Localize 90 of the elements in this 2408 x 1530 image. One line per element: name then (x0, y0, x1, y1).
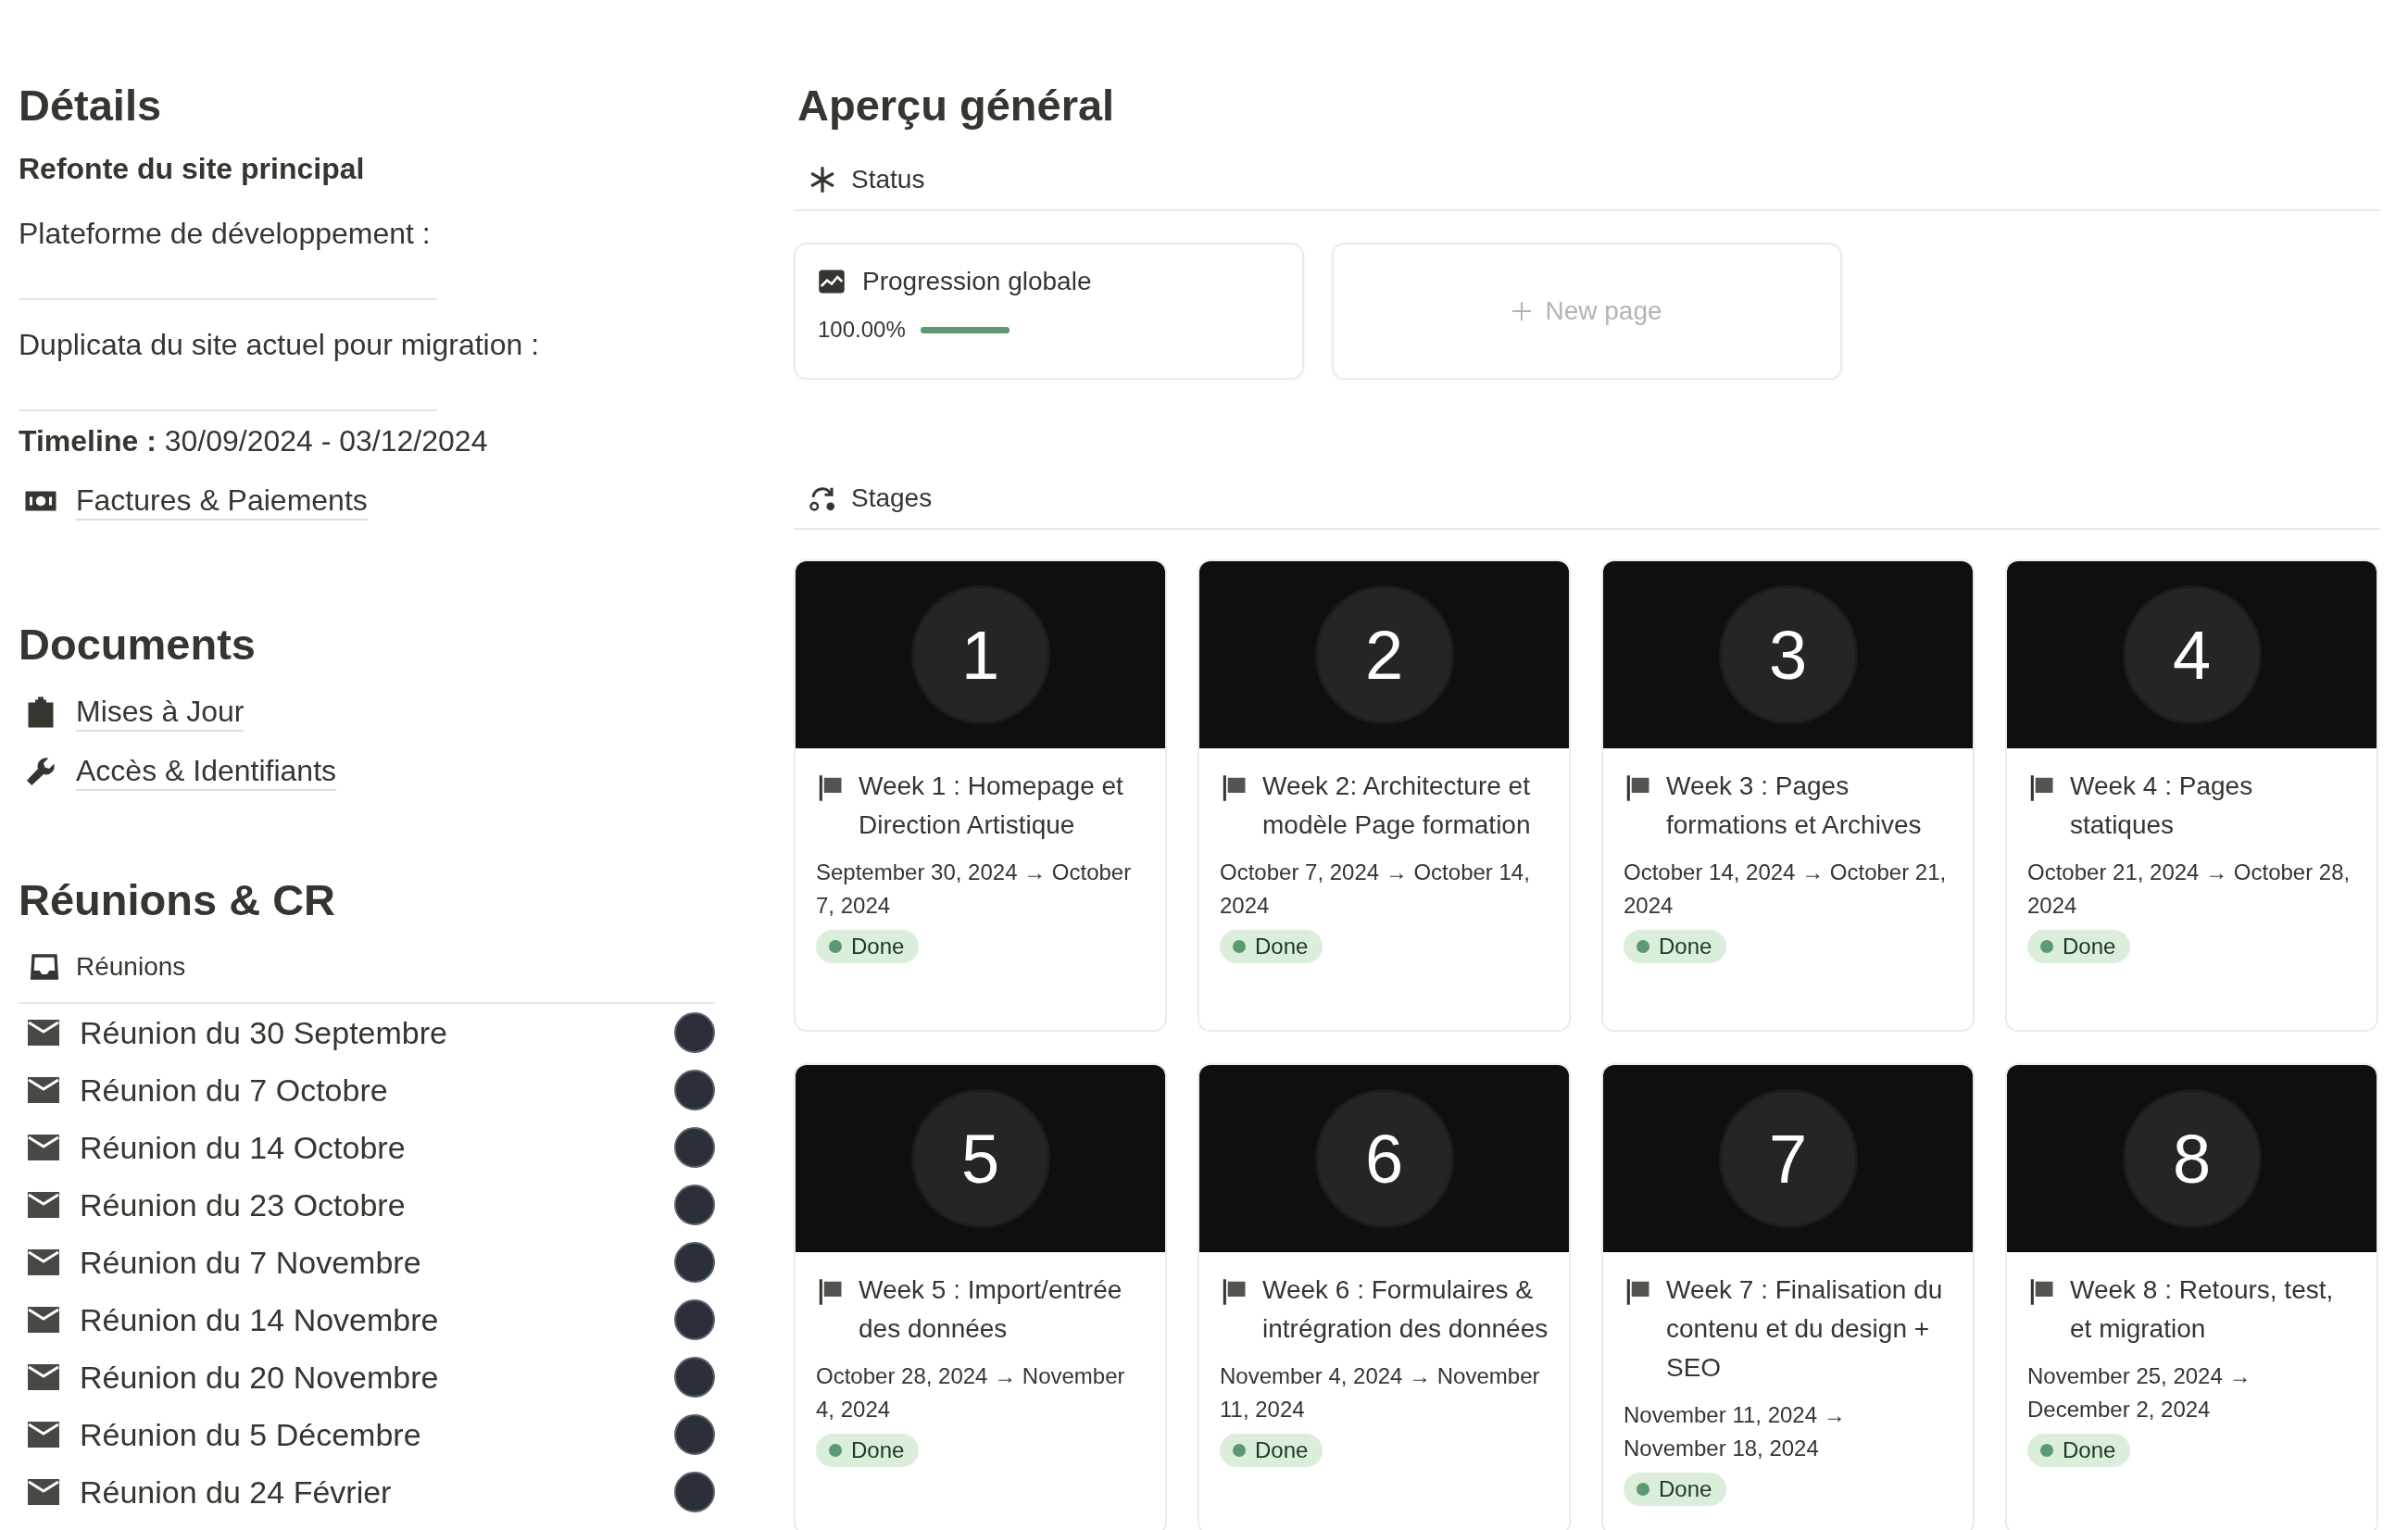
envelope-icon (28, 1307, 59, 1333)
stage-number: 3 (1718, 585, 1858, 724)
timeline-text: Timeline : 30/09/2024 - 03/12/2024 (19, 423, 489, 459)
date-range: October 14, 2024 → October 21, 2024 (1624, 859, 1948, 920)
status-tag: Done (2027, 930, 2131, 963)
stage-number: 2 (1314, 585, 1454, 724)
avatar (674, 1242, 715, 1283)
meeting-title[interactable]: Réunion du 20 Novembre (80, 1359, 674, 1396)
page-link[interactable]: Accès & Identifiants (76, 752, 337, 791)
section-heading: Aperçu général (797, 80, 1116, 132)
database-title[interactable]: Réunions (76, 952, 186, 982)
envelope-icon (28, 1020, 59, 1046)
avatar (674, 1127, 715, 1168)
meeting-title[interactable]: Réunion du 14 Octobre (80, 1129, 674, 1166)
section-heading: Documents (19, 619, 257, 671)
date-range: October 28, 2024 → November 4, 2024 (816, 1362, 1126, 1423)
status-tag: Done (1220, 930, 1323, 963)
stage-title: Week 5 : Import/entrée des données (859, 1274, 1123, 1345)
date-range: November 25, 2024 → December 2, 2024 (2027, 1362, 2252, 1423)
progress-reading: 100.00% (818, 317, 906, 343)
progress-card[interactable]: Progression globale 100.00% (794, 243, 1304, 380)
stage-number: 5 (910, 1089, 1050, 1228)
field-label: Duplicata du site actuel pour migration : (19, 327, 541, 363)
stage-title: Week 7 : Finalisation du contenu et du design + SEO (1666, 1274, 1944, 1384)
envelope-icon (28, 1364, 59, 1390)
section-heading: Détails (19, 80, 163, 132)
card-title: Progression globale (862, 267, 1092, 296)
envelope-icon (28, 1249, 59, 1275)
stage-card[interactable]: 6 Week 6 : Formulaires & intrégration des données November 4, 2024 → November 11, 2024 Done (1198, 1063, 1571, 1530)
meeting-title[interactable]: Réunion du 7 Novembre (80, 1244, 674, 1281)
stage-number: 6 (1314, 1089, 1454, 1228)
status-tag: Done (816, 930, 920, 963)
meeting-title[interactable]: Réunion du 5 Décembre (80, 1416, 674, 1453)
date-range: October 21, 2024 → October 28, 2024 (2027, 859, 2352, 920)
inbox-icon (30, 952, 59, 982)
date-range: September 30, 2024 → October 7, 2024 (816, 859, 1133, 920)
status-tag: Done (1624, 930, 1727, 963)
field-label: Plateforme de développement : (19, 216, 432, 252)
status-tag: Done (816, 1434, 920, 1467)
meeting-title[interactable]: Réunion du 23 Octobre (80, 1186, 674, 1223)
avatar (674, 1299, 715, 1340)
envelope-icon (28, 1479, 59, 1505)
stage-card[interactable]: 2 Week 2: Architecture et modèle Page formation October 7, 2024 → October 14, 2024 Done (1198, 559, 1571, 1032)
status-tag: Done (2027, 1434, 2131, 1467)
view-tab[interactable]: Stages (851, 483, 933, 513)
stage-card[interactable]: 3 Week 3 : Pages formations et Archives October 14, 2024 → October 21, 2024 Done (1601, 559, 1975, 1032)
stages-icon (809, 484, 836, 512)
page-link[interactable]: Mises à Jour (76, 693, 245, 732)
date-range: October 7, 2024 → October 14, 2024 (1220, 859, 1531, 920)
page-link[interactable]: Factures & Paiements (76, 482, 368, 520)
project-title: Refonte du site principal (19, 151, 366, 187)
stage-card[interactable]: 5 Week 5 : Import/entrée des données October 28, 2024 → November 4, 2024 Done (794, 1063, 1167, 1530)
avatar (674, 1185, 715, 1225)
envelope-icon (28, 1422, 59, 1448)
date-range: November 11, 2024 → November 18, 2024 (1624, 1401, 1847, 1462)
meeting-title[interactable]: Réunion du 30 Septembre (80, 1014, 674, 1051)
avatar (674, 1472, 715, 1512)
stage-number: 4 (2122, 585, 2262, 724)
stage-card[interactable]: 7 Week 7 : Finalisation du contenu et du design + SEO November 11, 2024 → November 18, 2024 Done (1601, 1063, 1975, 1530)
envelope-icon (28, 1135, 59, 1160)
date-range: November 4, 2024 → November 11, 2024 (1220, 1362, 1541, 1423)
stage-title: Week 1 : Homepage et Direction Artistique (859, 771, 1124, 841)
envelope-icon (28, 1192, 59, 1218)
avatar (674, 1414, 715, 1455)
stage-title: Week 8 : Retours, test, et migration (2070, 1274, 2335, 1345)
status-tag: Done (1624, 1473, 1727, 1506)
asterisk-icon (809, 166, 836, 194)
stage-card[interactable]: 8 Week 8 : Retours, test, et migration November 25, 2024 → December 2, 2024 Done (2005, 1063, 2378, 1530)
stage-title: Week 2: Architecture et modèle Page formation (1262, 771, 1532, 841)
status-tag: Done (1220, 1434, 1323, 1467)
stage-number: 8 (2122, 1089, 2262, 1228)
chart-icon (818, 268, 846, 295)
wrench-icon (24, 755, 57, 788)
avatar (674, 1357, 715, 1398)
view-tab[interactable]: Status (851, 165, 925, 194)
section-heading: Réunions & CR (19, 874, 337, 926)
meeting-title[interactable]: Réunion du 14 Novembre (80, 1301, 674, 1338)
stage-number: 1 (910, 585, 1050, 724)
avatar (674, 1070, 715, 1110)
envelope-icon (28, 1077, 59, 1103)
stage-title: Week 3 : Pages formations et Archives (1666, 771, 1923, 841)
plus-icon (1511, 301, 1533, 321)
avatar (674, 1012, 715, 1053)
stage-card[interactable]: 1 Week 1 : Homepage et Direction Artistique September 30, 2024 → October 7, 2024 Done (794, 559, 1167, 1032)
meeting-title[interactable]: Réunion du 7 Octobre (80, 1072, 674, 1109)
stage-card[interactable]: 4 Week 4 : Pages statiques October 21, 2024 → October 28, 2024 Done (2005, 559, 2378, 1032)
stage-number: 7 (1718, 1089, 1858, 1228)
stage-title: Week 6 : Formulaires & intrégration des données (1262, 1274, 1549, 1345)
meeting-title[interactable]: Réunion du 24 Février (80, 1474, 674, 1511)
stage-title: Week 4 : Pages statiques (2070, 771, 2254, 841)
